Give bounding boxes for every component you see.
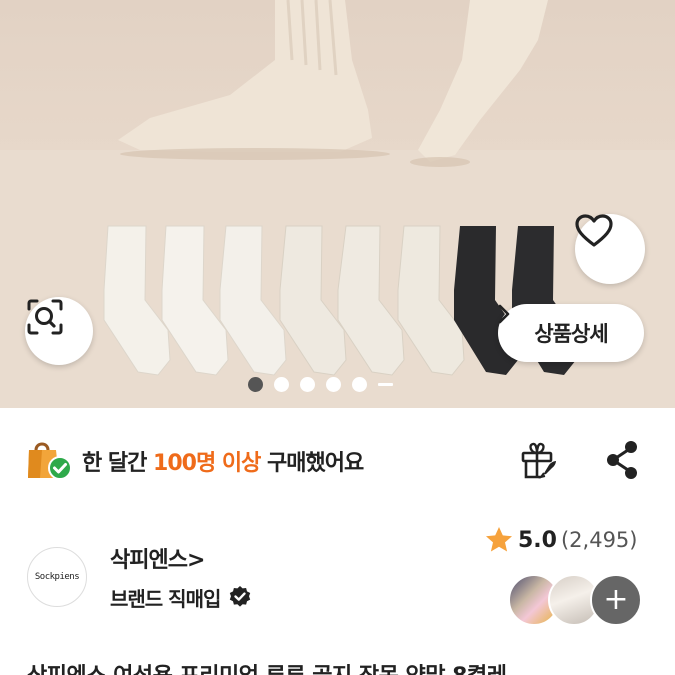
gift-rocket-icon[interactable]	[519, 439, 559, 481]
carousel-dot-more[interactable]	[378, 382, 393, 386]
carousel-dot[interactable]	[352, 376, 367, 392]
more-reviews-button[interactable]: +	[590, 574, 642, 626]
star-icon	[486, 527, 512, 552]
seller-logo-text: Sockpiens	[34, 572, 80, 582]
carousel-dot[interactable]	[300, 376, 315, 392]
product-title: 삭피엔스 여성용 프리미엄 루루 골지 장목 양말 8켤레	[27, 658, 507, 675]
verified-check-icon	[230, 586, 251, 607]
image-search-icon	[27, 299, 63, 335]
product-detail-label: 상품상세	[534, 322, 608, 346]
rating-count: (2,495)	[560, 528, 638, 552]
carousel-dot[interactable]	[274, 376, 289, 392]
seller-badge-label: 브랜드 직매입	[110, 586, 221, 611]
carousel-indicator[interactable]	[248, 374, 393, 394]
product-image-carousel[interactable]: 상품상세	[0, 0, 675, 408]
chevron-right-icon	[498, 304, 510, 324]
purchase-banner: 한 달간 100명 이상 구매했어요	[26, 436, 649, 484]
heart-outline-icon	[575, 214, 613, 247]
image-search-button[interactable]	[25, 297, 93, 365]
seller-name-link[interactable]: 삭피엔스>	[110, 542, 205, 574]
shopping-bag-check-icon	[28, 442, 72, 480]
carousel-dot[interactable]	[248, 376, 263, 392]
product-detail-button[interactable]: 상품상세	[498, 304, 644, 362]
carousel-dot[interactable]	[326, 376, 341, 392]
seller-chevron: >	[186, 548, 205, 573]
purchase-count-text: 한 달간 100명 이상 구매했어요	[82, 445, 364, 477]
rating-score: 5.0	[518, 527, 557, 553]
product-page: 상품상세 한 달간 100명 이상 구매했어요 Sockpiens 삭피엔스> …	[0, 0, 675, 675]
purchase-text-prefix: 한 달간	[82, 451, 154, 476]
plus-icon: +	[603, 582, 629, 617]
wishlist-button[interactable]	[575, 214, 645, 284]
seller-logo[interactable]: Sockpiens	[27, 547, 87, 607]
share-icon[interactable]	[604, 440, 640, 480]
product-rating[interactable]: 5.0 (2,495)	[484, 524, 638, 556]
purchase-count-highlight: 100명 이상	[153, 451, 261, 476]
purchase-text-suffix: 구매했어요	[260, 451, 364, 476]
seller-badge: 브랜드 직매입	[110, 583, 252, 611]
seller-name: 삭피엔스	[110, 548, 188, 573]
